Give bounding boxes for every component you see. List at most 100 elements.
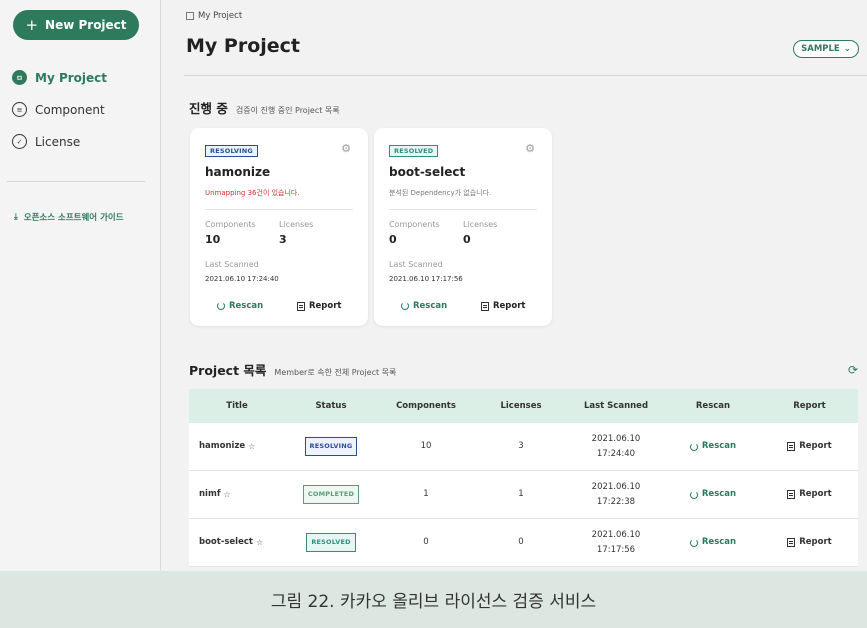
report-button[interactable]: Report [481, 301, 526, 311]
row-status: RESOLVING [285, 423, 377, 470]
status-badge: RESOLVED [389, 145, 439, 157]
in-progress-heading: 진행 중 검증이 진행 중인 Project 목록 [189, 98, 340, 117]
scan-time: 17:22:38 [596, 496, 636, 507]
report-label: Report [799, 441, 832, 451]
row-rescan-button[interactable]: Rescan [665, 519, 761, 566]
gear-icon[interactable]: ⚙ [341, 142, 351, 155]
column-header-title[interactable]: Title [189, 389, 285, 423]
row-report-button[interactable]: Report [761, 423, 858, 470]
new-project-label: New Project [45, 18, 127, 32]
card-message: 분석된 Dependency가 없습니다. [389, 189, 492, 197]
row-components: 0 [423, 537, 429, 547]
refresh-icon [689, 442, 698, 451]
figure-caption: 그림 22. 카카오 올리브 라이선스 검증 서비스 [0, 571, 867, 628]
status-badge: RESOLVED [306, 533, 356, 552]
scan-date: 2021.06.10 [591, 433, 641, 444]
page-icon [186, 12, 194, 20]
column-header-rescan: Rescan [695, 401, 731, 411]
rescan-button[interactable]: Rescan [401, 301, 447, 311]
card-project-name: boot-select [389, 165, 466, 179]
plus-icon: + [25, 16, 39, 34]
row-report-button[interactable]: Report [761, 471, 858, 518]
scan-time: 17:17:56 [596, 544, 636, 555]
row-title[interactable]: hamonize ☆ [189, 423, 285, 470]
main-content: My Project My Project SAMPLE ⌄ 진행 중 검증이 … [162, 0, 867, 571]
components-label: Components [389, 220, 440, 229]
row-last-scanned: 2021.06.10 17:24:40 [567, 423, 665, 470]
project-list-subtitle: Member로 속한 전체 Project 목록 [274, 368, 397, 377]
scan-time: 17:24:40 [596, 448, 636, 459]
project-name: boot-select [199, 537, 253, 547]
rescan-button[interactable]: Rescan [217, 301, 263, 311]
project-icon: ㅁ [12, 70, 27, 85]
last-scanned-label: Last Scanned [389, 260, 443, 269]
row-status: COMPLETED [285, 471, 377, 518]
nav-item-component[interactable]: ≡ Component [12, 102, 105, 117]
card-divider [389, 209, 537, 210]
table-header: Title Status Components Licenses Last Sc… [189, 389, 858, 423]
rescan-label: Rescan [701, 489, 737, 499]
nav-item-license[interactable]: ✓ License [12, 134, 80, 149]
project-list-heading: Project 목록 Member로 속한 전체 Project 목록 [189, 360, 396, 379]
row-components: 1 [423, 489, 429, 499]
report-button[interactable]: Report [297, 301, 342, 311]
project-card-boot-select[interactable]: RESOLVED ⚙ boot-select 분석된 Dependency가 없… [374, 128, 552, 326]
oss-guide-link[interactable]: ⤓ 오픈소스 소프트웨어 가이드 [14, 211, 124, 223]
table-row[interactable]: hamonize ☆ RESOLVING 10 3 2021.06.10 17:… [189, 423, 858, 471]
favorite-star-icon[interactable]: ☆ [248, 439, 255, 454]
column-header-components[interactable]: Components [377, 389, 475, 423]
row-report-button[interactable]: Report [761, 519, 858, 566]
page-title: My Project [186, 35, 300, 57]
project-list-title: Project 목록 [189, 363, 267, 378]
list-icon: ≡ [12, 102, 27, 117]
report-label: Report [799, 537, 832, 547]
nav-label-component: Component [35, 102, 105, 117]
row-status: RESOLVED [285, 519, 377, 566]
refresh-icon [689, 538, 698, 547]
licenses-value: 3 [279, 233, 287, 246]
row-rescan-button[interactable]: Rescan [665, 471, 761, 518]
card-message: Unmapping 36건이 있습니다. [205, 189, 300, 197]
column-header-licenses[interactable]: Licenses [475, 389, 567, 423]
row-rescan-button[interactable]: Rescan [665, 423, 761, 470]
licenses-label: Licenses [463, 220, 498, 229]
sidebar: + New Project ㅁ My Project ≡ Component ✓… [0, 0, 161, 571]
row-licenses: 0 [518, 537, 524, 547]
column-header-status[interactable]: Status [285, 389, 377, 423]
project-card-hamonize[interactable]: RESOLVING ⚙ hamonize Unmapping 36건이 있습니다… [190, 128, 368, 326]
table-row[interactable]: boot-select ☆ RESOLVED 0 0 2021.06.10 17… [189, 519, 858, 567]
check-circle-icon: ✓ [12, 134, 27, 149]
project-name: nimf [199, 489, 221, 499]
rescan-label: Rescan [229, 301, 264, 311]
scan-date: 2021.06.10 [591, 481, 641, 492]
report-label: Report [493, 301, 526, 311]
last-scanned-value: 2021.06.10 17:24:40 [205, 275, 279, 283]
refresh-icon[interactable]: ⟳ [848, 363, 858, 377]
status-badge: RESOLVING [205, 145, 258, 157]
row-title[interactable]: nimf ☆ [189, 471, 285, 518]
breadcrumb-label: My Project [198, 11, 243, 21]
sample-dropdown[interactable]: SAMPLE ⌄ [793, 40, 859, 58]
nav-item-my-project[interactable]: ㅁ My Project [12, 70, 107, 85]
scan-date: 2021.06.10 [591, 529, 641, 540]
last-scanned-value: 2021.06.10 17:17:56 [389, 275, 463, 283]
favorite-star-icon[interactable]: ☆ [224, 487, 231, 502]
row-title[interactable]: boot-select ☆ [189, 519, 285, 566]
column-header-last-scanned[interactable]: Last Scanned [567, 389, 665, 423]
report-label: Report [799, 489, 832, 499]
card-project-name: hamonize [205, 165, 271, 179]
oss-guide-label: 오픈소스 소프트웨어 가이드 [23, 213, 124, 223]
report-icon [297, 301, 305, 311]
row-licenses: 1 [518, 489, 524, 499]
download-icon: ⤓ [14, 212, 18, 222]
new-project-button[interactable]: + New Project [13, 10, 139, 40]
column-header-report: Report [793, 401, 826, 411]
gear-icon[interactable]: ⚙ [525, 142, 535, 155]
table-row[interactable]: nimf ☆ COMPLETED 1 1 2021.06.10 17:22:38… [189, 471, 858, 519]
report-icon [787, 538, 796, 547]
licenses-value: 0 [463, 233, 471, 246]
row-last-scanned: 2021.06.10 17:17:56 [567, 519, 665, 566]
refresh-icon [217, 302, 225, 310]
favorite-star-icon[interactable]: ☆ [256, 535, 263, 550]
chevron-down-icon: ⌄ [843, 44, 851, 54]
